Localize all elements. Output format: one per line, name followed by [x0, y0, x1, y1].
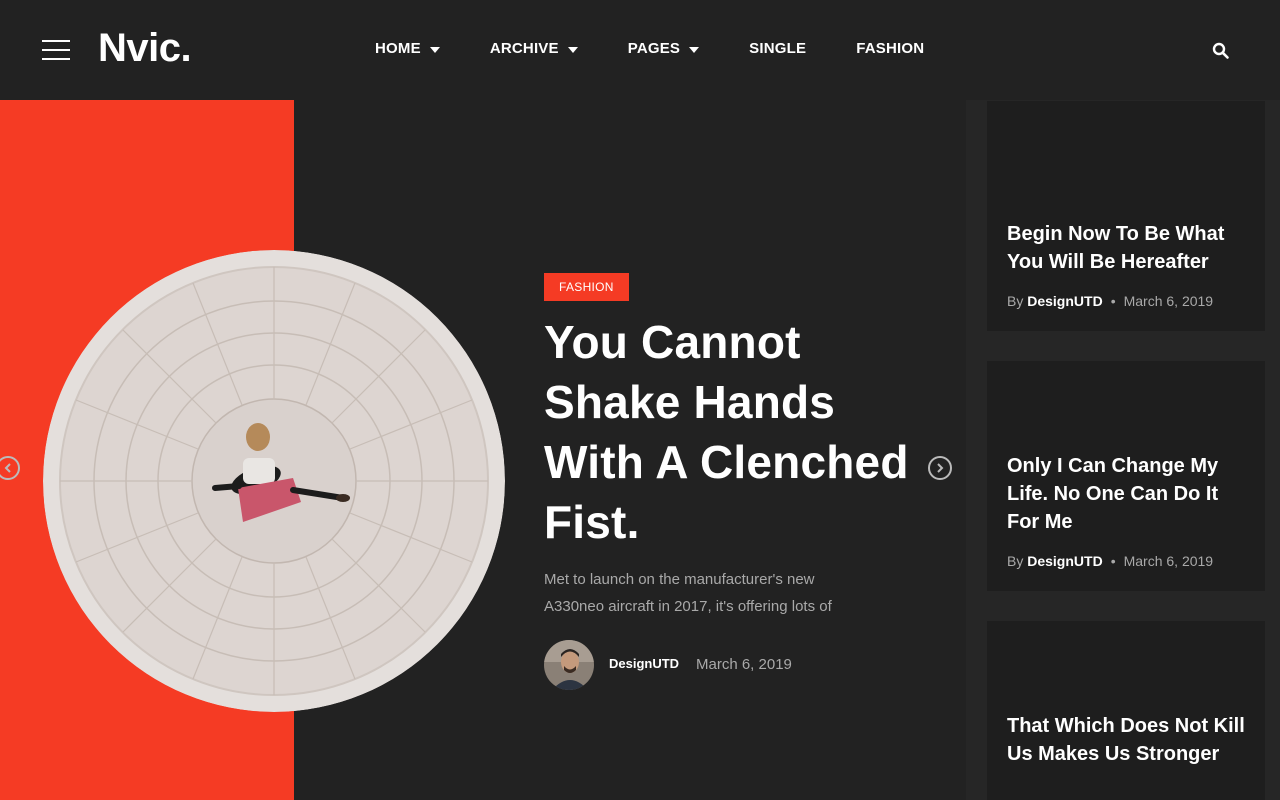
hero-title[interactable]: You Cannot Shake Hands With A Clenched F… — [544, 312, 924, 552]
caret-down-icon — [689, 46, 700, 53]
nav-item-label: HOME — [375, 40, 421, 57]
nav-item-single[interactable]: SINGLE — [749, 40, 806, 57]
sidebar-post-card[interactable]: Begin Now To Be What You Will Be Hereaft… — [987, 101, 1265, 331]
post-meta: By DesignUTD • March 6, 2019 — [1007, 553, 1214, 569]
hero-image[interactable] — [43, 250, 505, 712]
author-avatar[interactable] — [544, 640, 594, 690]
nav-item-label: ARCHIVE — [489, 40, 559, 57]
nav-item-pages[interactable]: PAGES — [627, 40, 700, 57]
nav-item-fashion[interactable]: FASHION — [856, 40, 924, 57]
search-icon[interactable] — [1212, 42, 1230, 60]
hero-date: March 6, 2019 — [696, 656, 792, 673]
post-date: March 6, 2019 — [1123, 553, 1214, 569]
hero-excerpt: Met to launch on the manufacturer's new … — [544, 571, 832, 615]
post-author[interactable]: DesignUTD — [1027, 293, 1102, 309]
caret-down-icon — [429, 46, 440, 53]
post-title[interactable]: Only I Can Change My Life. No One Can Do… — [1007, 452, 1252, 536]
post-author[interactable]: DesignUTD — [1027, 553, 1102, 569]
nav-item-home[interactable]: HOME — [375, 40, 440, 57]
post-by-label: By — [1007, 553, 1024, 569]
sidebar-post-card[interactable]: That Which Does Not Kill Us Makes Us Str… — [987, 621, 1265, 800]
category-badge[interactable]: FASHION — [544, 273, 629, 301]
nav-item-label: PAGES — [627, 40, 681, 57]
nav-item-label: SINGLE — [749, 40, 807, 57]
hero-author-name[interactable]: DesignUTD — [609, 656, 679, 671]
post-date: March 6, 2019 — [1123, 293, 1214, 309]
main-nav: HOME ARCHIVE PAGES SINGLE FASHION — [375, 40, 974, 57]
slider-next-button[interactable] — [928, 456, 952, 480]
sidebar-post-card[interactable]: Only I Can Change My Life. No One Can Do… — [987, 361, 1265, 591]
chevron-right-icon — [937, 463, 944, 473]
post-title[interactable]: That Which Does Not Kill Us Makes Us Str… — [1007, 712, 1252, 768]
hamburger-menu-icon[interactable] — [42, 40, 70, 60]
post-meta: By DesignUTD • March 6, 2019 — [1007, 293, 1214, 309]
nav-item-archive[interactable]: ARCHIVE — [490, 40, 578, 57]
chevron-left-icon — [4, 463, 11, 473]
post-title[interactable]: Begin Now To Be What You Will Be Hereaft… — [1007, 220, 1252, 276]
caret-down-icon — [567, 46, 578, 53]
site-header: Nvic. HOME ARCHIVE PAGES SINGLE FASHION — [0, 0, 1280, 100]
site-logo[interactable]: Nvic. — [98, 26, 192, 71]
nav-item-label: FASHION — [856, 40, 925, 57]
post-by-label: By — [1007, 293, 1024, 309]
